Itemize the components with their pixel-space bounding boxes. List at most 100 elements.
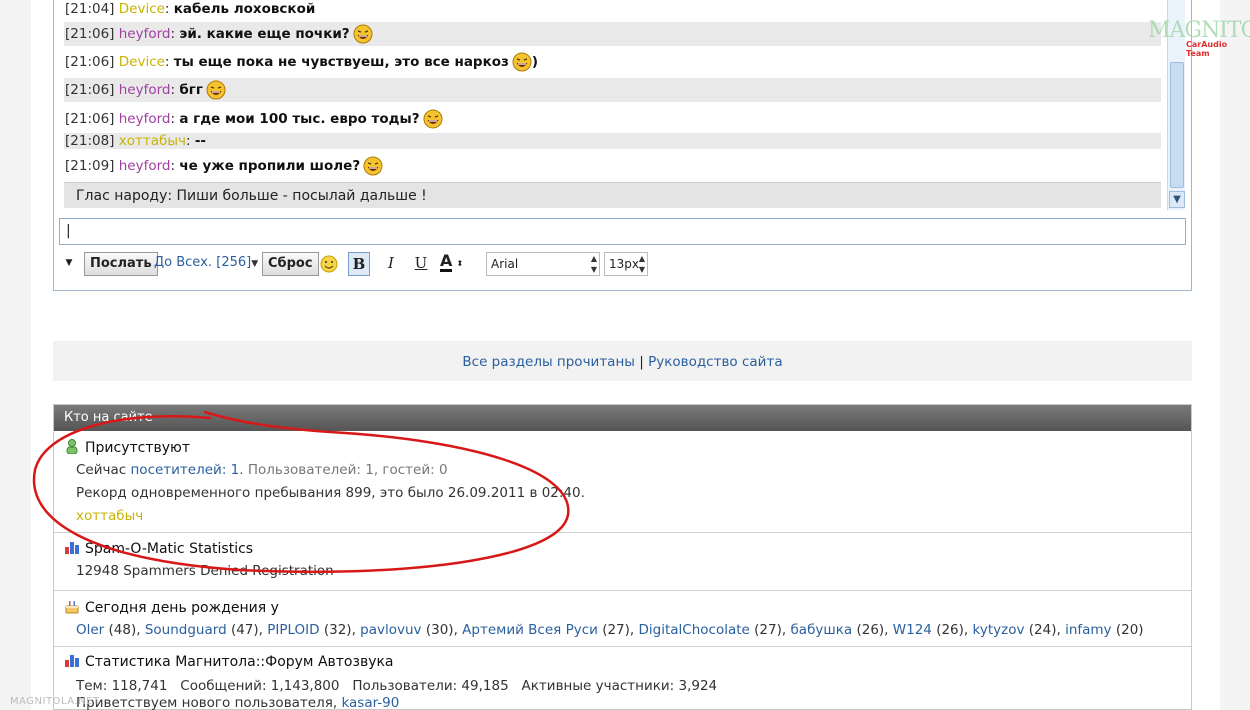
birthday-user-link[interactable]: kytyzov <box>973 622 1025 638</box>
birthday-user-link[interactable]: Soundguard <box>145 622 227 638</box>
recipient-selector[interactable]: До Всех. [256]▼ <box>154 252 258 276</box>
message-time: [21:04] <box>65 1 115 17</box>
forum-stats-title: Статистика Магнитола::Форум Автозвука <box>64 652 394 670</box>
size-select-arrows-icon: ▲ ▼ <box>638 254 645 274</box>
forum-stats-section: Статистика Магнитола::Форум Автозвука Те… <box>54 646 1191 710</box>
welcome-text: Приветствуем нового пользователя, <box>76 695 338 710</box>
birthday-user-link[interactable]: infamy <box>1065 622 1111 638</box>
scrollbar-thumb[interactable] <box>1170 62 1184 188</box>
shoutbox-announcement: Глас народу: Пиши больше - посылай дальш… <box>64 182 1161 208</box>
text-color-dropdown-icon: ⬍ <box>456 259 464 268</box>
recipient-count: [256] <box>216 255 252 270</box>
birthday-user-link[interactable]: бабушка <box>790 622 852 638</box>
chat-message: [21:09] heyford: че уже пропили шоле? <box>64 154 1161 178</box>
spam-title: Spam-O-Matic Statistics <box>64 539 253 557</box>
birthday-user-link[interactable]: W124 <box>893 622 932 638</box>
birthday-age: (27), <box>602 622 635 638</box>
message-suffix: ) <box>531 54 539 70</box>
birthday-age: (20) <box>1115 622 1144 638</box>
message-text: эй. какие еще почки? <box>179 26 350 42</box>
italic-button[interactable]: I <box>380 252 402 276</box>
laughing-smiley-icon <box>206 80 226 100</box>
font-size-value: 13px <box>609 257 639 271</box>
birthday-title: Сегодня день рождения у <box>64 598 279 616</box>
birthday-age: (27), <box>754 622 787 638</box>
recipient-label: До Всех. <box>154 255 213 270</box>
laughing-smiley-icon <box>353 24 373 44</box>
message-text: кабель лоховской <box>173 1 316 17</box>
forum-stats-title-text: Статистика Магнитола::Форум Автозвука <box>85 654 394 670</box>
mark-all-read-link[interactable]: Все разделы прочитаны <box>462 354 635 370</box>
user-icon <box>66 439 78 454</box>
menu-dropdown-icon[interactable]: ▼ <box>62 252 76 276</box>
forum-stats-line: Тем: 118,741 Сообщений: 1,143,800 Пользо… <box>76 678 718 694</box>
message-author[interactable]: Device <box>119 54 165 70</box>
bar-chart-icon <box>65 542 79 554</box>
message-text: а где мои 100 тыс. евро тоды? <box>179 111 420 127</box>
message-time: [21:06] <box>65 54 115 70</box>
present-title-text: Присутствуют <box>85 440 190 456</box>
message-author[interactable]: heyford <box>119 82 171 98</box>
whos-online-panel: Кто на сайте Присутствуют Сейчас посетит… <box>53 404 1192 710</box>
font-select-arrows-icon: ▲ ▼ <box>590 254 597 274</box>
chat-message: [21:06] heyford: эй. какие еще почки? <box>64 22 1161 46</box>
font-family-select[interactable]: Arial ▲ ▼ <box>486 252 600 276</box>
online-user-link[interactable]: хоттабыч <box>76 508 143 524</box>
links-bar: Все разделы прочитаны | Руководство сайт… <box>53 341 1192 381</box>
message-author[interactable]: heyford <box>119 158 171 174</box>
underline-button[interactable]: U <box>410 252 432 276</box>
shout-toolbar: ▼ Послать До Всех. [256]▼ Сброс B I U A … <box>62 252 762 278</box>
message-text: че уже пропили шоле? <box>179 158 361 174</box>
spam-title-text: Spam-O-Matic Statistics <box>85 541 254 557</box>
font-size-select[interactable]: 13px ▲ ▼ <box>604 252 648 276</box>
text-color-picker[interactable]: A ⬍ <box>440 252 474 276</box>
birthday-user-link[interactable]: pavlovuv <box>360 622 421 638</box>
online-record: Рекорд одновременного пребывания 899, эт… <box>76 485 585 501</box>
message-time: [21:06] <box>65 82 115 98</box>
present-title: Присутствуют <box>64 438 190 456</box>
font-family-value: Arial <box>491 257 519 271</box>
visitors-link[interactable]: посетителей: 1. <box>130 462 243 478</box>
birthday-age: (30), <box>425 622 458 638</box>
message-text: ты еще пока не чувствуеш, это все наркоз <box>173 54 509 70</box>
shout-input[interactable]: | <box>59 218 1186 245</box>
birthday-user-link[interactable]: Oler <box>76 622 104 638</box>
site-guide-link[interactable]: Руководство сайта <box>648 354 783 370</box>
birthday-age: (24), <box>1028 622 1061 638</box>
shoutbox: [21:04] Device: кабель лоховской [21:06] … <box>53 0 1192 291</box>
page-body: [21:04] Device: кабель лоховской [21:06] … <box>31 0 1220 710</box>
bold-button[interactable]: B <box>348 252 370 276</box>
chat-message: [21:06] Device: ты еще пока не чувствуеш… <box>65 52 539 72</box>
users-guests-count: Пользователей: 1, гостей: 0 <box>247 462 448 478</box>
cake-icon <box>65 601 79 614</box>
message-text: бгг <box>179 82 203 98</box>
birthday-user-link[interactable]: DigitalChocolate <box>639 622 750 638</box>
message-text: -- <box>194 133 207 149</box>
birthday-section: Сегодня день рождения у Oler (48), Sound… <box>54 590 1191 646</box>
birthday-age: (26), <box>856 622 889 638</box>
chat-message: [21:06] heyford: а где мои 100 тыс. евро… <box>64 107 1161 131</box>
watermark-bottom: MAGNITOLA.NET <box>10 696 100 707</box>
birthday-user-link[interactable]: Артемий Всея Руси <box>462 622 598 638</box>
message-author[interactable]: heyford <box>119 111 171 127</box>
shoutbox-messages: [21:04] Device: кабель лоховской [21:06] … <box>64 0 1161 210</box>
message-author[interactable]: heyford <box>119 26 171 42</box>
new-user-link[interactable]: kasar-90 <box>341 695 399 710</box>
smiley-picker-icon[interactable] <box>318 252 340 276</box>
message-time: [21:09] <box>65 158 115 174</box>
scroll-down-arrow-icon[interactable]: ▼ <box>1169 191 1185 208</box>
welcome-line: Приветствуем нового пользователя, kasar-… <box>76 695 399 710</box>
birthday-user-link[interactable]: PIPLOID <box>267 622 319 638</box>
message-author[interactable]: хоттабыч <box>119 133 186 149</box>
birthday-age: (47), <box>230 622 263 638</box>
recipient-dropdown-icon: ▼ <box>251 259 259 269</box>
present-section: Присутствуют Сейчас посетителей: 1. Поль… <box>54 431 1191 532</box>
chat-message: [21:06] heyford: бгг <box>64 78 1161 102</box>
send-button[interactable]: Послать <box>84 252 158 276</box>
birthday-age: (32), <box>323 622 356 638</box>
reset-button[interactable]: Сброс <box>262 252 319 276</box>
laughing-smiley-icon <box>512 52 532 72</box>
message-time: [21:08] <box>65 133 115 149</box>
message-author[interactable]: Device <box>119 1 165 17</box>
birthday-age: (26), <box>936 622 969 638</box>
